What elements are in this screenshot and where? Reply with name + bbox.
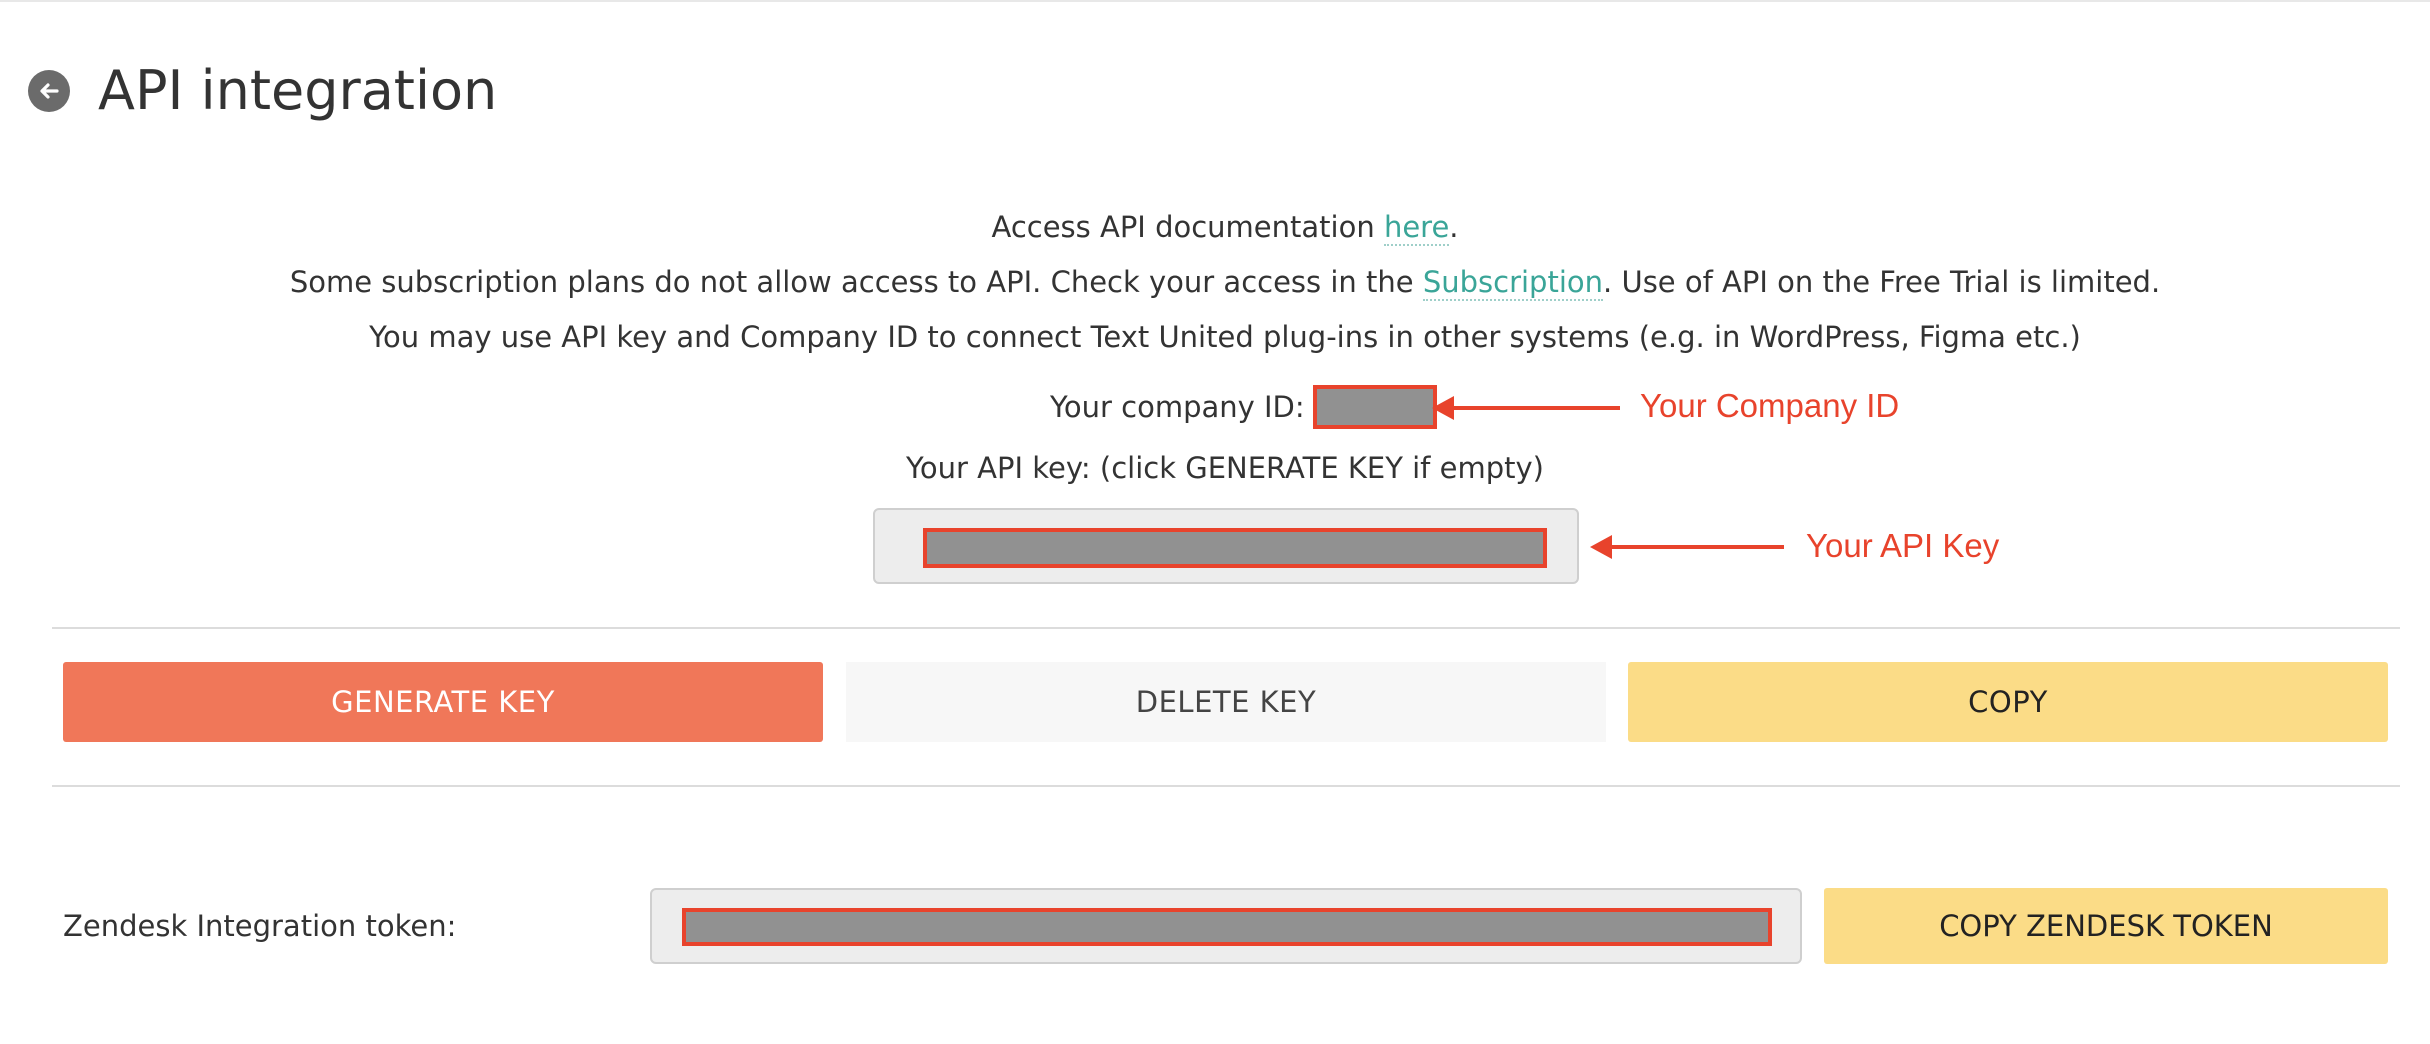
company-id-value[interactable] xyxy=(1312,385,1437,429)
top-border xyxy=(0,0,2430,2)
company-id-annotation-arrow xyxy=(1432,396,1620,420)
zendesk-token-label: Zendesk Integration token: xyxy=(63,909,457,943)
subscription-suffix: . Use of API on the Free Trial is limite… xyxy=(1603,265,2161,299)
subscription-line: Some subscription plans do not allow acc… xyxy=(0,262,2430,302)
subscription-link[interactable]: Subscription xyxy=(1422,265,1604,301)
page-header: API integration xyxy=(28,56,497,126)
delete-key-button[interactable]: DELETE KEY xyxy=(846,662,1606,742)
arrow-left-circle-icon[interactable] xyxy=(28,70,70,112)
api-key-annotation: Your API Key xyxy=(1806,527,2000,564)
company-id-label: Your company ID: xyxy=(1050,390,1305,424)
company-id-annotation: Your Company ID xyxy=(1640,387,1900,424)
api-key-field[interactable] xyxy=(873,508,1579,584)
plugins-line: You may use API key and Company ID to co… xyxy=(369,320,2081,354)
api-docs-suffix: . xyxy=(1449,210,1459,244)
api-docs-line: Access API documentation here. xyxy=(0,207,2430,247)
page-title: API integration xyxy=(98,59,498,122)
copy-zendesk-token-button[interactable]: COPY ZENDESK TOKEN xyxy=(1824,888,2388,964)
copy-key-button[interactable]: COPY xyxy=(1628,662,2388,742)
api-key-annotation-arrow xyxy=(1590,535,1784,559)
company-id-row: Your company ID: xyxy=(1050,385,1437,429)
zendesk-token-value xyxy=(682,908,1772,946)
divider-top xyxy=(52,627,2400,629)
divider-bottom xyxy=(52,785,2400,787)
api-key-value xyxy=(923,528,1547,568)
api-docs-link[interactable]: here xyxy=(1383,210,1450,246)
subscription-text: Some subscription plans do not allow acc… xyxy=(289,265,1423,299)
generate-key-button[interactable]: GENERATE KEY xyxy=(63,662,823,742)
api-docs-text: Access API documentation xyxy=(991,210,1384,244)
zendesk-token-field[interactable] xyxy=(650,888,1802,964)
api-key-label: Your API key: (click GENERATE KEY if emp… xyxy=(906,451,1544,485)
